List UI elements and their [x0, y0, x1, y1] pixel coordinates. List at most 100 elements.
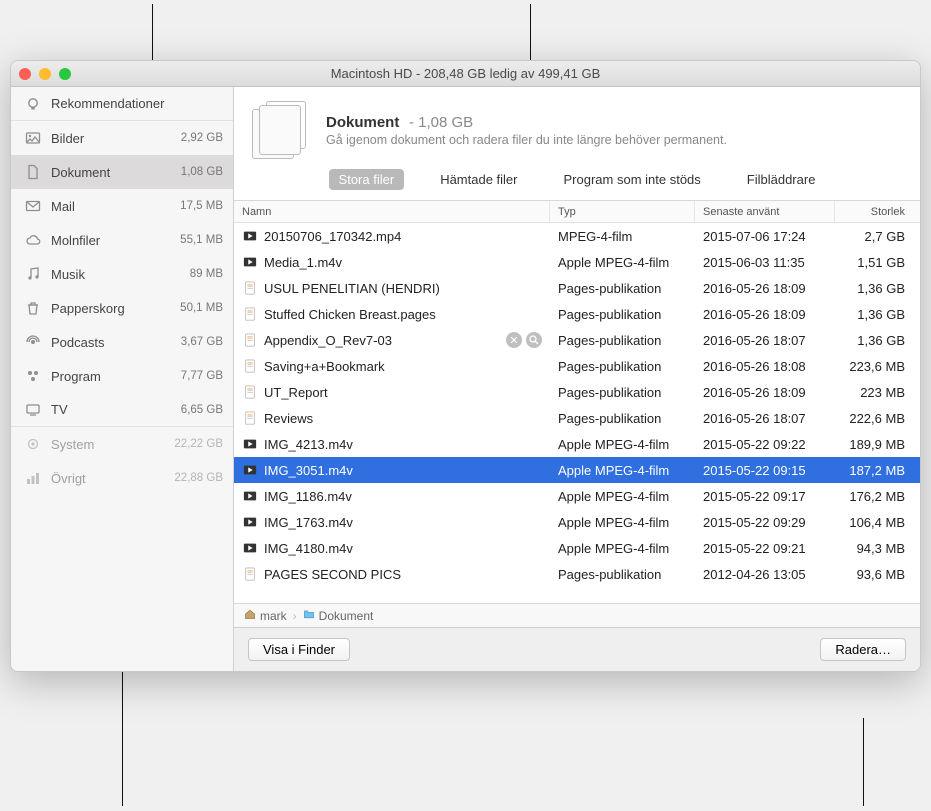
cloud-icon	[23, 230, 43, 250]
file-type: MPEG-4-film	[550, 229, 695, 244]
file-date: 2015-05-22 09:15	[695, 463, 835, 478]
table-row[interactable]: Stuffed Chicken Breast.pagesPages-publik…	[234, 301, 920, 327]
titlebar[interactable]: Macintosh HD - 208,48 GB ledig av 499,41…	[11, 61, 920, 87]
sidebar-item-mail[interactable]: Mail17,5 MB	[11, 189, 233, 223]
sidebar-item-size: 22,88 GB	[174, 472, 223, 484]
close-button[interactable]	[19, 68, 31, 80]
file-date: 2015-05-22 09:17	[695, 489, 835, 504]
sidebar-item-size: 2,92 GB	[181, 132, 223, 144]
trash-icon	[23, 298, 43, 318]
table-row[interactable]: Appendix_O_Rev7-03✕Pages-publikation2016…	[234, 327, 920, 353]
file-name: IMG_4213.m4v	[264, 437, 353, 452]
sidebar-item-tv[interactable]: TV6,65 GB	[11, 393, 233, 427]
tab-stora-filer[interactable]: Stora filer	[329, 169, 405, 190]
path-bar[interactable]: mark›Dokument	[234, 603, 920, 627]
minimize-button[interactable]	[39, 68, 51, 80]
file-size: 1,36 GB	[835, 333, 913, 348]
main-content: Dokument - 1,08 GB Gå igenom dokument oc…	[234, 87, 920, 671]
table-row[interactable]: 20150706_170342.mp4 MPEG-4-film2015-07-06…	[234, 223, 920, 249]
sidebar-item-label: Musik	[51, 267, 184, 282]
zoom-button[interactable]	[59, 68, 71, 80]
file-type: Pages-publikation	[550, 567, 695, 582]
file-size: 187,2 MB	[835, 463, 913, 478]
sidebar-item-size: 3,67 GB	[181, 336, 223, 348]
sidebar-item-label: Övrigt	[51, 471, 168, 486]
file-date: 2015-05-22 09:29	[695, 515, 835, 530]
delete-button[interactable]: Radera…	[820, 638, 906, 661]
file-type: Apple MPEG-4-film	[550, 437, 695, 452]
file-date: 2015-07-06 17:24	[695, 229, 835, 244]
sidebar-item-podcasts[interactable]: Podcasts 3,67 GB	[11, 325, 233, 359]
file-name: IMG_4180.m4v	[264, 541, 353, 556]
pages-icon	[242, 306, 258, 322]
file-date: 2015-06-03 11:35	[695, 255, 835, 270]
file-name: IMG_1763.m4v	[264, 515, 353, 530]
table-row[interactable]: UT_ReportPages-publikation2016-05-26 18:…	[234, 379, 920, 405]
sidebar-item-dokument[interactable]: Dokument1,08 GB	[11, 155, 233, 189]
mail-icon	[23, 196, 43, 216]
file-type: Apple MPEG-4-film	[550, 463, 695, 478]
sidebar-item-bilder[interactable]: Bilder2,92 GB	[11, 121, 233, 155]
pages-icon	[242, 280, 258, 296]
table-row[interactable]: IMG_1763.m4vApple MPEG-4-film2015-05-22 …	[234, 509, 920, 535]
breadcrumb-item[interactable]: Dokument	[303, 608, 374, 623]
table-row[interactable]: Media_1.m4vApple MPEG-4-film2015-06-03 1…	[234, 249, 920, 275]
tab-filbl-ddrare[interactable]: Filbläddrare	[737, 169, 826, 190]
sidebar-item-label: Molnfiler	[51, 233, 174, 248]
sidebar-item-label: TV	[51, 402, 175, 417]
col-size[interactable]: Storlek	[835, 201, 913, 222]
file-name: Stuffed Chicken Breast.pages	[264, 307, 436, 322]
video-icon	[242, 462, 258, 478]
breadcrumb-item[interactable]: mark	[244, 608, 287, 623]
file-size: 106,4 MB	[835, 515, 913, 530]
home-icon	[244, 608, 256, 623]
breadcrumb-label: Dokument	[319, 609, 374, 623]
video-icon	[242, 514, 258, 530]
category-title: Dokument	[326, 114, 399, 131]
sidebar-item-label: Rekommendationer	[51, 96, 223, 111]
file-name: IMG_3051.m4v	[264, 463, 353, 478]
file-size: 1,51 GB	[835, 255, 913, 270]
sidebar-item-papperskorg[interactable]: Papperskorg50,1 MB	[11, 291, 233, 325]
tab-h-mtade-filer[interactable]: Hämtade filer	[430, 169, 527, 190]
file-type: Apple MPEG-4-film	[550, 255, 695, 270]
table-row[interactable]: Saving+a+BookmarkPages-publikation2016-0…	[234, 353, 920, 379]
col-type[interactable]: Typ	[550, 201, 695, 222]
show-in-finder-button[interactable]: Visa i Finder	[248, 638, 350, 661]
col-date[interactable]: Senaste använt	[695, 201, 835, 222]
file-date: 2015-05-22 09:22	[695, 437, 835, 452]
tab-bar: Stora filer Hämtade filer Program som inte…	[234, 165, 920, 200]
sidebar-item-rekommendationer[interactable]: Rekommendationer	[11, 87, 233, 121]
table-row[interactable]: IMG_4180.m4vApple MPEG-4-film2015-05-22 …	[234, 535, 920, 561]
sidebar-item-system: System22,22 GB	[11, 427, 233, 461]
tab-program-som-inte-st-ds[interactable]: Program som inte stöds	[554, 169, 711, 190]
window-title: Macintosh HD - 208,48 GB ledig av 499,41…	[11, 66, 920, 81]
table-row[interactable]: IMG_4213.m4v Apple MPEG-4-film2015-05-22 …	[234, 431, 920, 457]
table-row[interactable]: IMG_1186.m4vApple MPEG-4-film2015-05-22 …	[234, 483, 920, 509]
file-type: Pages-publikation	[550, 385, 695, 400]
quicklook-icon[interactable]	[526, 332, 542, 348]
app-icon	[23, 366, 43, 386]
pages-icon	[242, 384, 258, 400]
remove-row-icon[interactable]: ✕	[506, 332, 522, 348]
table-row[interactable]: PAGES SECOND PICSPages-publikation2012-0…	[234, 561, 920, 587]
table-row[interactable]: IMG_3051.m4v Apple MPEG-4-film2015-05-22 …	[234, 457, 920, 483]
sidebar-item-label: Podcasts	[51, 335, 175, 350]
table-body[interactable]: 20150706_170342.mp4 MPEG-4-film2015-07-06…	[234, 223, 920, 603]
tv-icon	[23, 400, 43, 420]
file-date: 2016-05-26 18:08	[695, 359, 835, 374]
col-name[interactable]: Namn	[234, 201, 550, 222]
sidebar-item-musik[interactable]: Musik89 MB	[11, 257, 233, 291]
sidebar-item-molnfiler[interactable]: Molnfiler 55,1 MB	[11, 223, 233, 257]
sidebar-item-program[interactable]: Program7,77 GB	[11, 359, 233, 393]
file-size: 223,6 MB	[835, 359, 913, 374]
table-row[interactable]: USUL PENELITIAN (HENDRI)Pages-publikatio…	[234, 275, 920, 301]
file-size: 189,9 MB	[835, 437, 913, 452]
sidebar: Rekommendationer Bilder2,92 GBDokument1,0…	[11, 87, 234, 671]
sidebar-item-size: 55,1 MB	[180, 234, 223, 246]
file-date: 2016-05-26 18:07	[695, 411, 835, 426]
file-name: 20150706_170342.mp4	[264, 229, 401, 244]
table-row[interactable]: ReviewsPages-publikation2016-05-26 18:07…	[234, 405, 920, 431]
file-name: PAGES SECOND PICS	[264, 567, 401, 582]
category-subtitle: Gå igenom dokument och radera filer du i…	[326, 133, 727, 147]
